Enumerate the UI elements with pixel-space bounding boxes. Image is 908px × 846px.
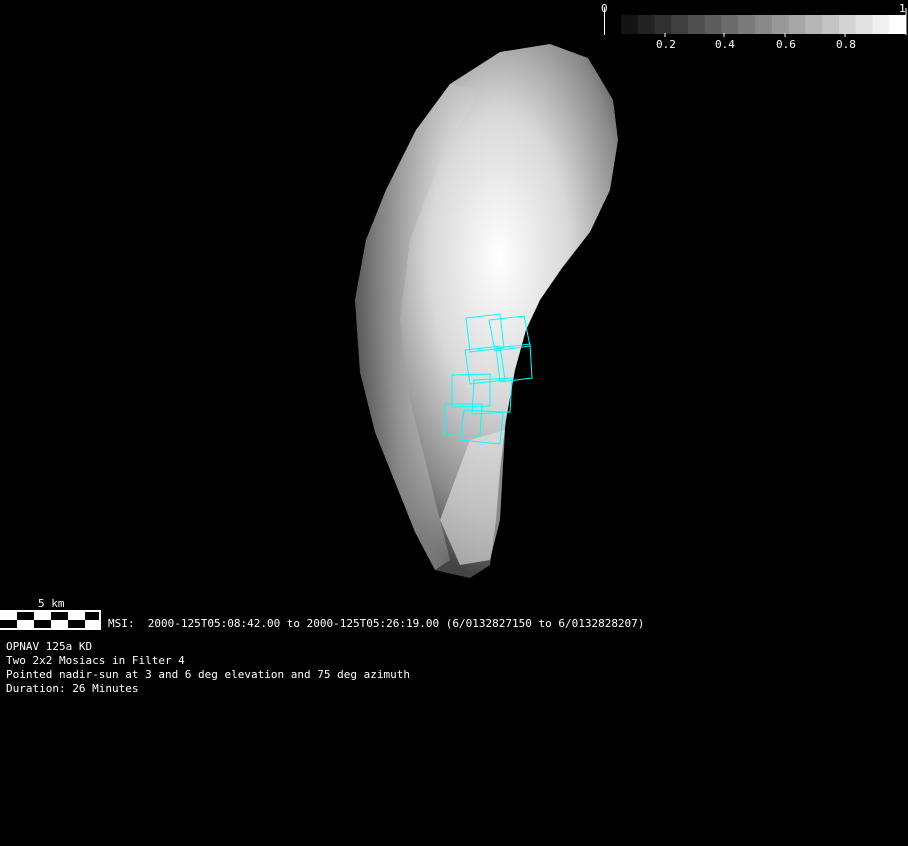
- colorbar-tick-label: 0.6: [776, 38, 796, 51]
- colorbar-step: [654, 15, 672, 34]
- asteroid-render: [0, 8, 907, 630]
- colorbar-tick-label: 0.4: [715, 38, 735, 51]
- colorbar-step: [688, 15, 706, 34]
- scale-bar-label: 5 km: [38, 597, 65, 610]
- colorbar-step: [738, 15, 756, 34]
- colorbar-tick-label: 0.8: [836, 38, 856, 51]
- colorbar-min-label: 0: [601, 2, 608, 15]
- colorbar-step: [788, 15, 806, 34]
- info-line: OPNAV 125a KD: [6, 640, 93, 653]
- colorbar-max-label: 1: [899, 2, 906, 15]
- colorbar-step: [805, 15, 823, 34]
- colorbar-step: [855, 15, 873, 34]
- colorbar: [604, 8, 907, 37]
- colorbar-tick-label: 0.2: [656, 38, 676, 51]
- info-line: Pointed nadir-sun at 3 and 6 deg elevati…: [6, 668, 410, 681]
- colorbar-step: [822, 15, 840, 34]
- info-line: Duration: 26 Minutes: [6, 682, 139, 695]
- colorbar-step: [704, 15, 723, 34]
- colorbar-step: [671, 15, 689, 34]
- msi-time-range: MSI: 2000-125T05:08:42.00 to 2000-125T05…: [108, 617, 645, 630]
- colorbar-step: [889, 15, 907, 34]
- scale-bar: [0, 610, 101, 630]
- colorbar-step: [872, 15, 890, 34]
- colorbar-step: [721, 15, 739, 34]
- colorbar-step: [637, 15, 656, 34]
- colorbar-step: [755, 15, 773, 34]
- colorbar-step: [771, 15, 790, 34]
- info-line: Two 2x2 Mosiacs in Filter 4: [6, 654, 185, 667]
- colorbar-step: [838, 15, 857, 34]
- colorbar-step: [621, 15, 639, 34]
- eros-visualization: 0 1 0.2 0.4 0.6 0.8 5 km MSI: 2000-125T0…: [0, 0, 908, 846]
